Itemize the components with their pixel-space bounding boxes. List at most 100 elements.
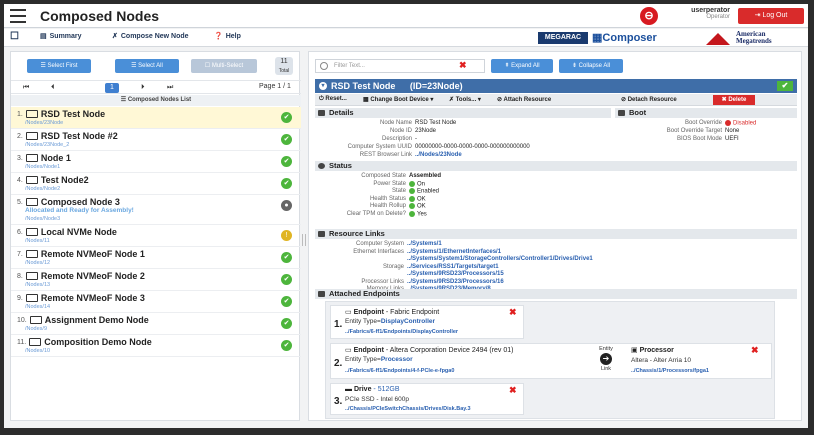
remove-endpoint-icon[interactable]: ✖ bbox=[509, 307, 517, 318]
list-item[interactable]: 11. Composition Demo Node/Nodes/10 ✔ bbox=[11, 335, 301, 357]
endpoints-list: 1. ▭ Endpoint - Fabric Endpoint Entity T… bbox=[325, 301, 775, 419]
list-item[interactable]: 1. RSD Test Node/Nodes/23Node ✔ bbox=[11, 107, 301, 129]
boot-section-header[interactable]: Boot bbox=[615, 108, 797, 118]
status-section-header[interactable]: Status bbox=[315, 161, 797, 171]
node-name: Remote NVMeoF Node 2 bbox=[40, 271, 145, 281]
details-value[interactable]: ../Nodes/23Node bbox=[415, 152, 462, 158]
boot-value-text: None bbox=[725, 128, 740, 134]
tools-button[interactable]: ✗ Tools... ▾ bbox=[449, 96, 481, 103]
select-first-button[interactable]: ☰ Select First bbox=[27, 59, 91, 73]
endpoint-card-1[interactable]: 1. ▭ Endpoint - Fabric Endpoint Entity T… bbox=[330, 305, 524, 339]
attach-resource-button[interactable]: ⊘ Attach Resource bbox=[497, 96, 551, 103]
boot-row: Boot Override Disabled bbox=[615, 120, 756, 127]
wrench-icon: ✗ bbox=[112, 33, 118, 40]
node-name: Test Node2 bbox=[40, 175, 89, 185]
resources-value[interactable]: ../Systems/1 bbox=[407, 241, 442, 247]
clear-filter-icon[interactable]: ✖ bbox=[459, 60, 467, 71]
details-section-header[interactable]: Details bbox=[315, 108, 611, 118]
entity-link-box[interactable]: Entity ➔ Link bbox=[593, 346, 619, 372]
node-path: /Nodes/9 bbox=[25, 326, 48, 332]
status-row: Clear TPM on Delete? Yes bbox=[315, 210, 427, 217]
monitor-icon bbox=[25, 176, 38, 184]
user-role: Operator bbox=[706, 14, 730, 20]
megarac-logo: MEGARAC bbox=[538, 32, 588, 44]
monitor-icon bbox=[25, 250, 38, 258]
endpoints-section-header[interactable]: Attached Endpoints bbox=[315, 289, 797, 299]
monitor-icon bbox=[25, 110, 38, 118]
status-value-text: OK bbox=[417, 203, 426, 210]
list-header-label: Composed Nodes List bbox=[127, 97, 192, 103]
first-page-button[interactable]: ⏮ bbox=[23, 84, 29, 92]
prev-page-button[interactable]: ⏴ bbox=[51, 84, 55, 92]
current-page[interactable]: 1 bbox=[105, 83, 119, 93]
node-name-row: 11. Composition Demo Node bbox=[17, 337, 152, 347]
panel-splitter[interactable] bbox=[302, 234, 306, 246]
detach-resource-button[interactable]: ⊘ Detach Resource bbox=[621, 96, 677, 103]
bookmark-icon[interactable]: ☐ bbox=[10, 31, 19, 42]
remove-processor-icon[interactable]: ✖ bbox=[751, 345, 759, 356]
list-item[interactable]: 8. Remote NVMeoF Node 2/Nodes/13 ✔ bbox=[11, 269, 301, 291]
menu-icon[interactable] bbox=[10, 9, 26, 23]
remove-drive-icon[interactable]: ✖ bbox=[509, 385, 517, 396]
item-number: 7. bbox=[17, 250, 23, 258]
node-path: /Nodes/23Node bbox=[25, 120, 64, 126]
select-all-button[interactable]: ☰ Select All bbox=[115, 59, 179, 73]
help-button[interactable]: ❓ Help bbox=[214, 32, 241, 41]
status-key: Health Status bbox=[369, 195, 406, 202]
entity-label: Entity bbox=[599, 346, 613, 352]
entity-type-value: Processor bbox=[380, 356, 413, 363]
status-ok-icon: ✔ bbox=[281, 112, 292, 123]
status-key: Power State bbox=[373, 180, 406, 187]
entity-type: Entity Type=DisplayController bbox=[345, 318, 435, 325]
resource-links-section-header[interactable]: Resource Links bbox=[315, 229, 797, 239]
resources-value[interactable]: ../Services/RSS1/Targets/target1 bbox=[407, 264, 499, 270]
endpoint-card-2[interactable]: 2. ▭ Endpoint - Altera Corporation Devic… bbox=[330, 343, 772, 379]
resources-value[interactable]: ../Systems/9RSD23/Processors/15 bbox=[407, 271, 504, 277]
delete-label: Delete bbox=[728, 97, 747, 103]
next-page-button[interactable]: ⏵ bbox=[141, 84, 145, 92]
endpoint-link[interactable]: ../Fabrics/6-ff1/Endpoints/4-f-PCIe-e-fp… bbox=[345, 368, 454, 374]
processor-link[interactable]: ../Chassis/1/Processors/fpga1 bbox=[631, 368, 709, 374]
list-item[interactable]: 10. Assignment Demo Node/Nodes/9 ✔ bbox=[11, 313, 301, 335]
endpoint-desc: - Altera Corporation Device 2494 (rev 01… bbox=[385, 347, 514, 354]
node-warning: Allocated and Ready for Assembly! bbox=[25, 207, 134, 214]
status-ok-icon: ✔ bbox=[281, 156, 292, 167]
last-page-button[interactable]: ⏭ bbox=[167, 84, 173, 92]
resource-links-title: Resource Links bbox=[329, 229, 385, 238]
resources-key: Ethernet Interfaces bbox=[353, 248, 404, 255]
endpoint-card-3[interactable]: 3. ▬ Drive - 512GB PCIe SSD - Intel 600p… bbox=[330, 383, 524, 415]
compose-new-node-button[interactable]: ✗ Compose New Node bbox=[112, 32, 189, 41]
select-first-label: Select First bbox=[47, 63, 78, 69]
collapse-all-button[interactable]: ⇟ Collapse All bbox=[559, 59, 623, 73]
details-row: Computer System UUID 00000000-0000-0000-0… bbox=[315, 144, 530, 150]
node-collapse-icon[interactable]: ▾ bbox=[319, 82, 327, 90]
list-item[interactable]: 6. Local NVMe Node/Nodes/11! bbox=[11, 225, 301, 247]
list-item[interactable]: 3. Node 1/Nodes/Node1 ✔ bbox=[11, 151, 301, 173]
multi-select-button[interactable]: ☐ Multi-Select bbox=[191, 59, 257, 73]
drive-desc: PCIe SSD - Intel 600p bbox=[345, 396, 409, 403]
brand-logo-icon: ⊖ bbox=[640, 7, 658, 25]
node-path: /Nodes/Node3 bbox=[25, 216, 61, 222]
processor-title: ▣ Processor bbox=[631, 346, 674, 354]
summary-button[interactable]: ▤ Summary bbox=[40, 32, 82, 41]
details-value: 00000000-0000-0000-0000-000000000000 bbox=[415, 144, 530, 150]
processor-title-text: Processor bbox=[639, 347, 674, 354]
reset-button[interactable]: ⏻ Reset... bbox=[319, 96, 347, 103]
list-item[interactable]: 2. RSD Test Node #2/Nodes/23Node_2 ✔ bbox=[11, 129, 301, 151]
expand-all-button[interactable]: ⇞ Expand All bbox=[491, 59, 553, 73]
node-ok-icon: ✔ bbox=[777, 81, 793, 91]
item-number: 3. bbox=[17, 154, 23, 162]
resources-row: ../Systems/System1/StorageControllers/Co… bbox=[315, 256, 593, 262]
list-item[interactable]: 4. Test Node2/Nodes/Node2 ✔ bbox=[11, 173, 301, 195]
logout-button[interactable]: ⇥ Log Out bbox=[738, 8, 804, 24]
change-boot-device-button[interactable]: ▦ Change Boot Device ▾ bbox=[363, 96, 433, 103]
endpoint-link[interactable]: ../Fabrics/6-ff1/Endpoints/DisplayContro… bbox=[345, 329, 458, 335]
list-item[interactable]: 9. Remote NVMeoF Node 3/Nodes/14 ✔ bbox=[11, 291, 301, 313]
delete-button[interactable]: ✖ Delete bbox=[713, 95, 755, 105]
resources-value[interactable]: ../Systems/9RSD23/Processors/16 bbox=[407, 279, 504, 285]
resources-value[interactable]: ../Systems/System1/StorageControllers/Co… bbox=[407, 256, 593, 262]
list-item[interactable]: 5. Composed Node 3 Allocated and Ready for… bbox=[11, 195, 301, 225]
list-item[interactable]: 7. Remote NVMeoF Node 1/Nodes/12 ✔ bbox=[11, 247, 301, 269]
drive-link[interactable]: ../Chassis/PCIeSwitchChassis/Drives/Disk… bbox=[345, 406, 471, 412]
resources-value[interactable]: ../Systems/1/EthernetInterfaces/1 bbox=[407, 249, 501, 255]
